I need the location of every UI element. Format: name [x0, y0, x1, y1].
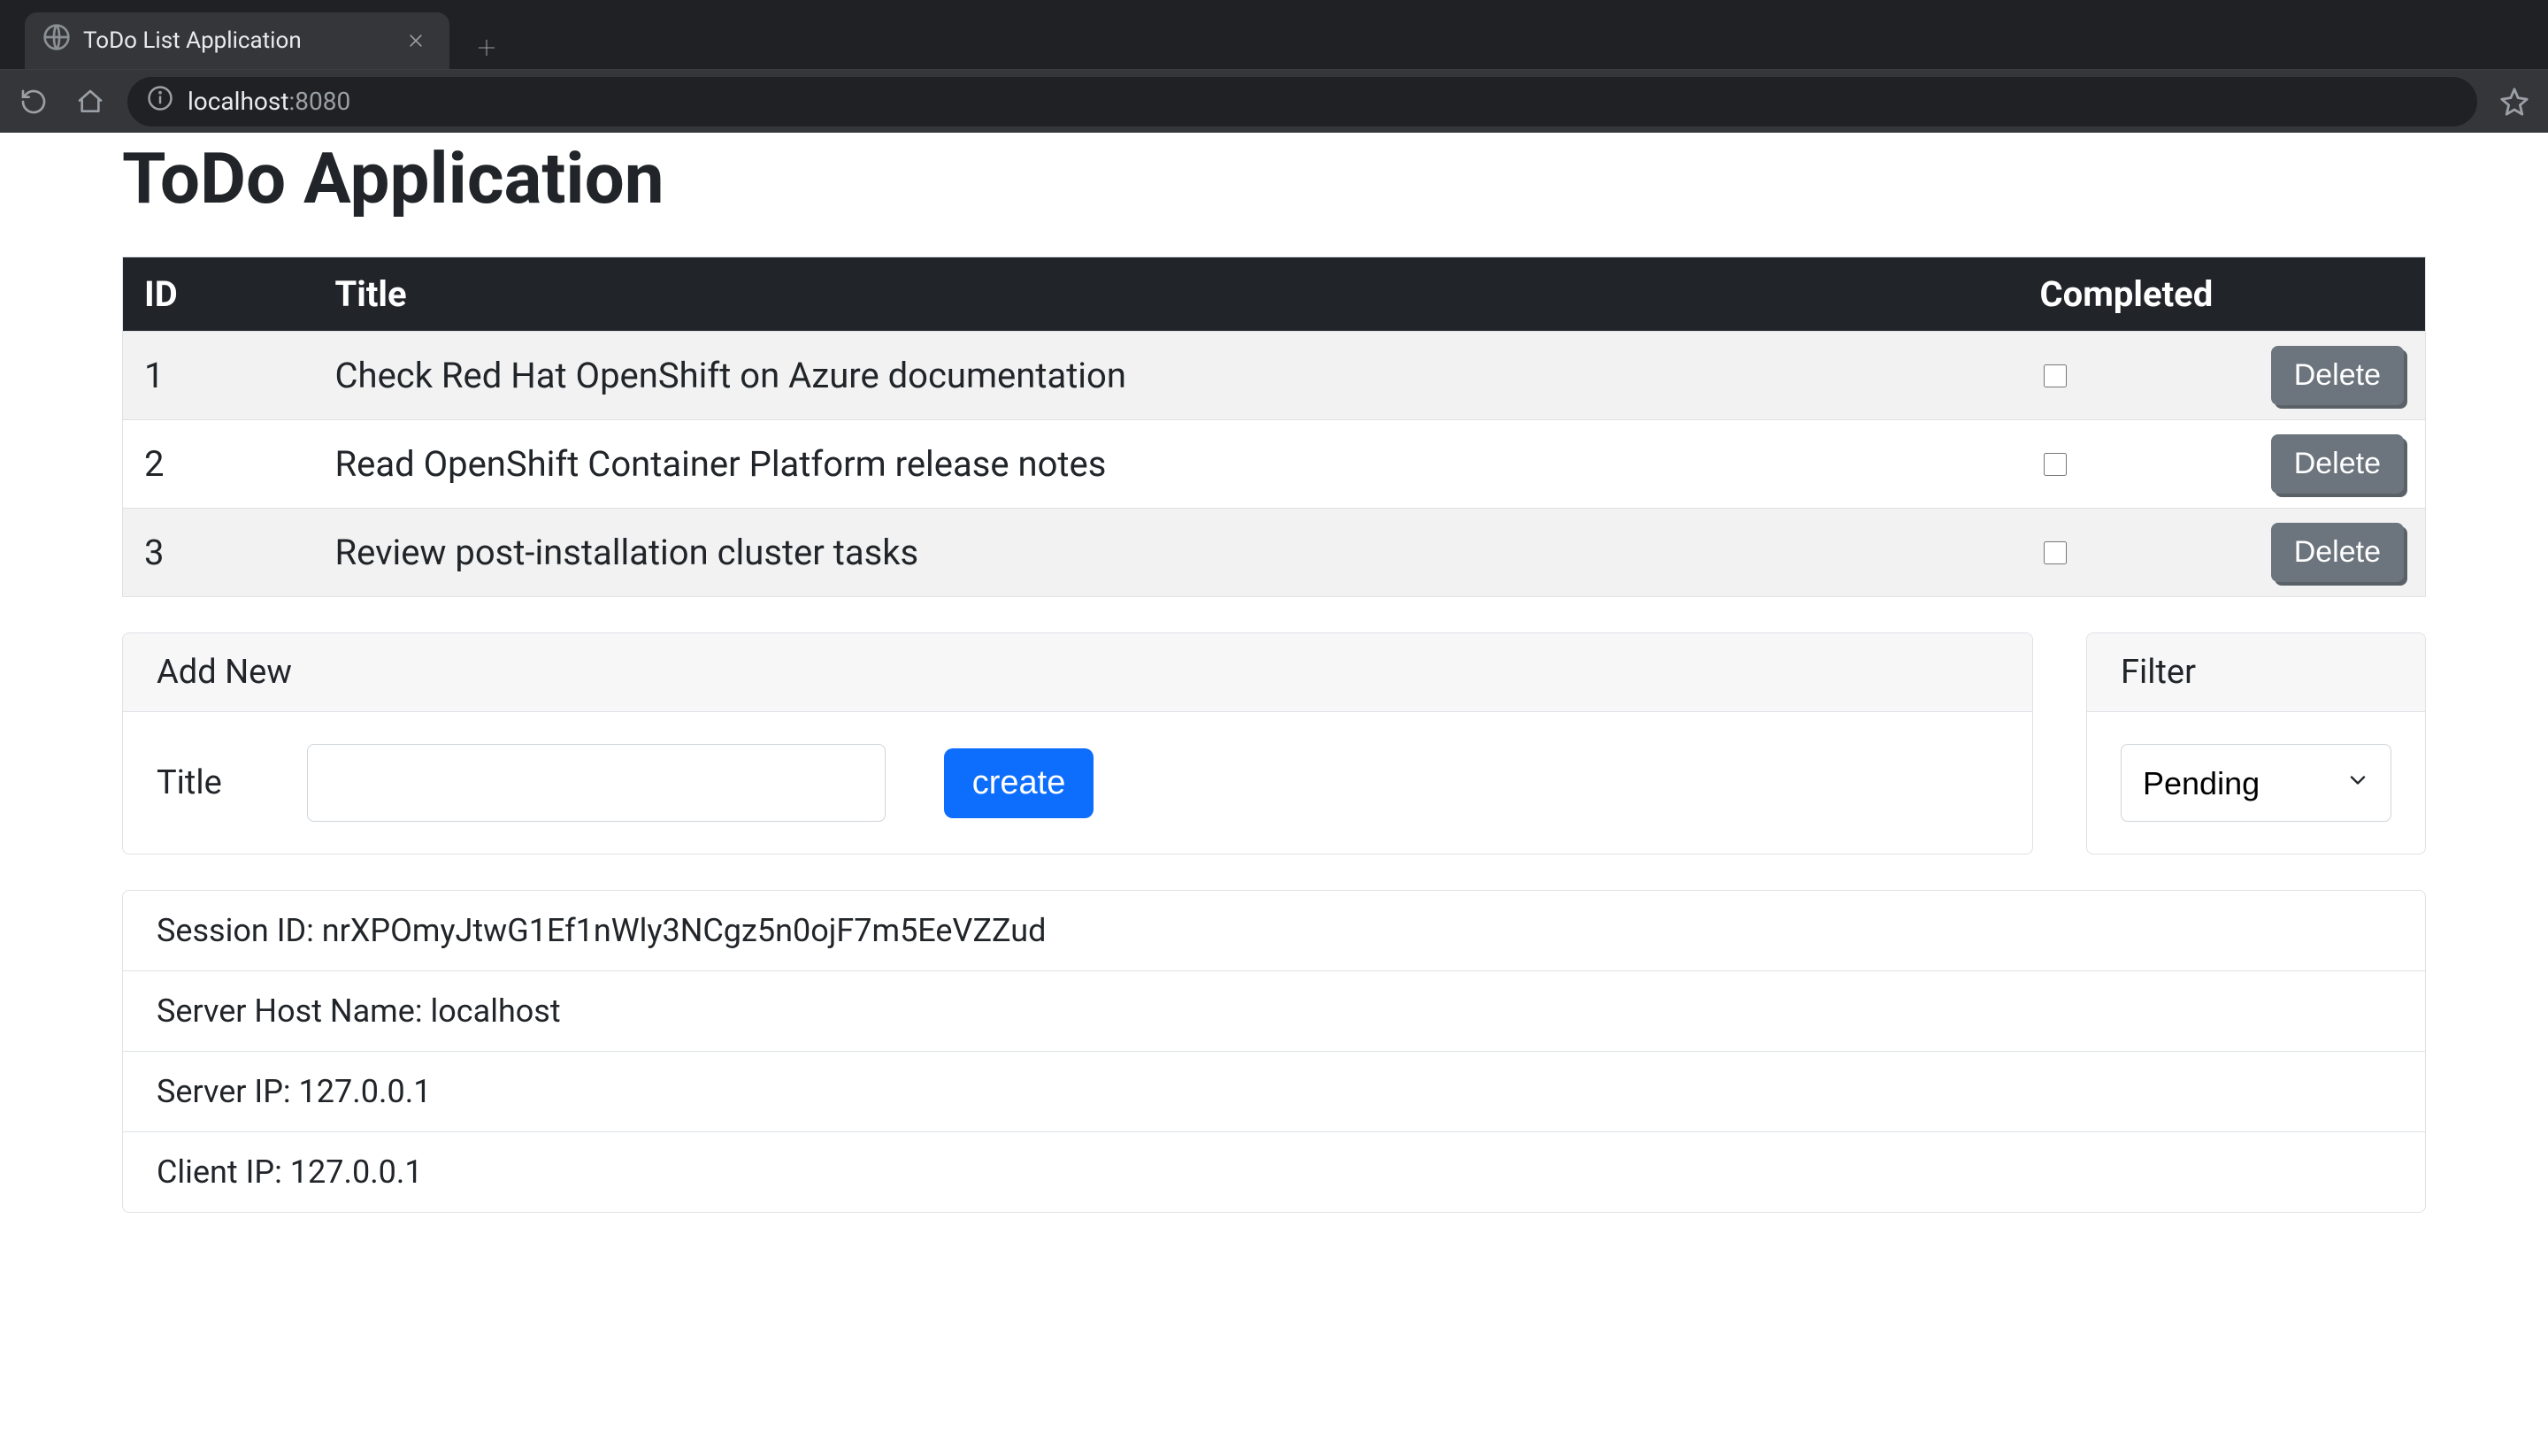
delete-button[interactable]: Delete [2271, 346, 2404, 405]
site-info-icon[interactable] [147, 85, 173, 119]
filter-card: Filter Pending [2086, 632, 2426, 854]
globe-icon [42, 23, 71, 58]
panels-row: Add New Title create Filter Pending [122, 632, 2426, 854]
container: ToDo Application ID Title Completed 1 Ch… [122, 136, 2426, 1213]
delete-button[interactable]: Delete [2271, 523, 2404, 582]
info-list: Session ID: nrXPOmyJtwG1Ef1nWly3NCgz5n0o… [122, 890, 2426, 1213]
info-session-id: Session ID: nrXPOmyJtwG1Ef1nWly3NCgz5n0o… [123, 891, 2425, 970]
add-new-form: Title create [157, 744, 1999, 822]
cell-title: Read OpenShift Container Platform releas… [314, 420, 2019, 509]
reload-button[interactable] [14, 82, 53, 121]
table-row: 1 Check Red Hat OpenShift on Azure docum… [123, 332, 2426, 420]
tab-strip: ToDo List Application [0, 0, 2548, 69]
address-row: localhost:8080 [0, 69, 2548, 133]
completed-checkbox[interactable] [2044, 453, 2067, 476]
close-tab-button[interactable] [403, 28, 428, 53]
delete-button[interactable]: Delete [2271, 434, 2404, 494]
cell-title: Review post-installation cluster tasks [314, 509, 2019, 597]
filter-select-wrap: Pending [2121, 744, 2391, 822]
home-button[interactable] [71, 82, 110, 121]
info-server-ip: Server IP: 127.0.0.1 [123, 1051, 2425, 1131]
page-title: ToDo Application [122, 136, 2426, 221]
completed-checkbox[interactable] [2044, 541, 2067, 564]
cell-completed [2019, 332, 2240, 420]
cell-title: Check Red Hat OpenShift on Azure documen… [314, 332, 2019, 420]
title-field[interactable] [307, 744, 886, 822]
info-server-host: Server Host Name: localhost [123, 970, 2425, 1051]
browser-tab[interactable]: ToDo List Application [25, 12, 449, 69]
todo-table: ID Title Completed 1 Check Red Hat OpenS… [122, 257, 2426, 597]
cell-completed [2019, 509, 2240, 597]
col-header-actions [2240, 257, 2426, 332]
col-header-title: Title [314, 257, 2019, 332]
add-new-header: Add New [123, 633, 2032, 712]
table-row: 2 Read OpenShift Container Platform rele… [123, 420, 2426, 509]
url-text: localhost:8080 [188, 87, 350, 116]
completed-checkbox[interactable] [2044, 364, 2067, 387]
tab-title: ToDo List Application [83, 27, 391, 54]
cell-id: 1 [123, 332, 314, 420]
cell-completed [2019, 420, 2240, 509]
cell-actions: Delete [2240, 509, 2426, 597]
col-header-completed: Completed [2019, 257, 2240, 332]
page: ToDo Application ID Title Completed 1 Ch… [0, 136, 2548, 1456]
cell-actions: Delete [2240, 420, 2426, 509]
add-new-body: Title create [123, 712, 2032, 854]
cell-id: 2 [123, 420, 314, 509]
info-client-ip: Client IP: 127.0.0.1 [123, 1131, 2425, 1212]
add-new-card: Add New Title create [122, 632, 2033, 854]
create-button[interactable]: create [944, 748, 1094, 818]
url-host: localhost [188, 87, 288, 116]
filter-header: Filter [2087, 633, 2425, 712]
new-tab-button[interactable] [465, 27, 508, 69]
browser-chrome: ToDo List Application localhost:8080 [0, 0, 2548, 133]
table-header-row: ID Title Completed [123, 257, 2426, 332]
table-row: 3 Review post-installation cluster tasks… [123, 509, 2426, 597]
url-port: :8080 [288, 87, 350, 116]
col-header-id: ID [123, 257, 314, 332]
filter-body: Pending [2087, 712, 2425, 854]
bookmark-button[interactable] [2495, 82, 2534, 121]
title-label: Title [157, 763, 222, 802]
cell-id: 3 [123, 509, 314, 597]
filter-select[interactable]: Pending [2121, 744, 2391, 822]
address-bar[interactable]: localhost:8080 [127, 77, 2477, 126]
cell-actions: Delete [2240, 332, 2426, 420]
